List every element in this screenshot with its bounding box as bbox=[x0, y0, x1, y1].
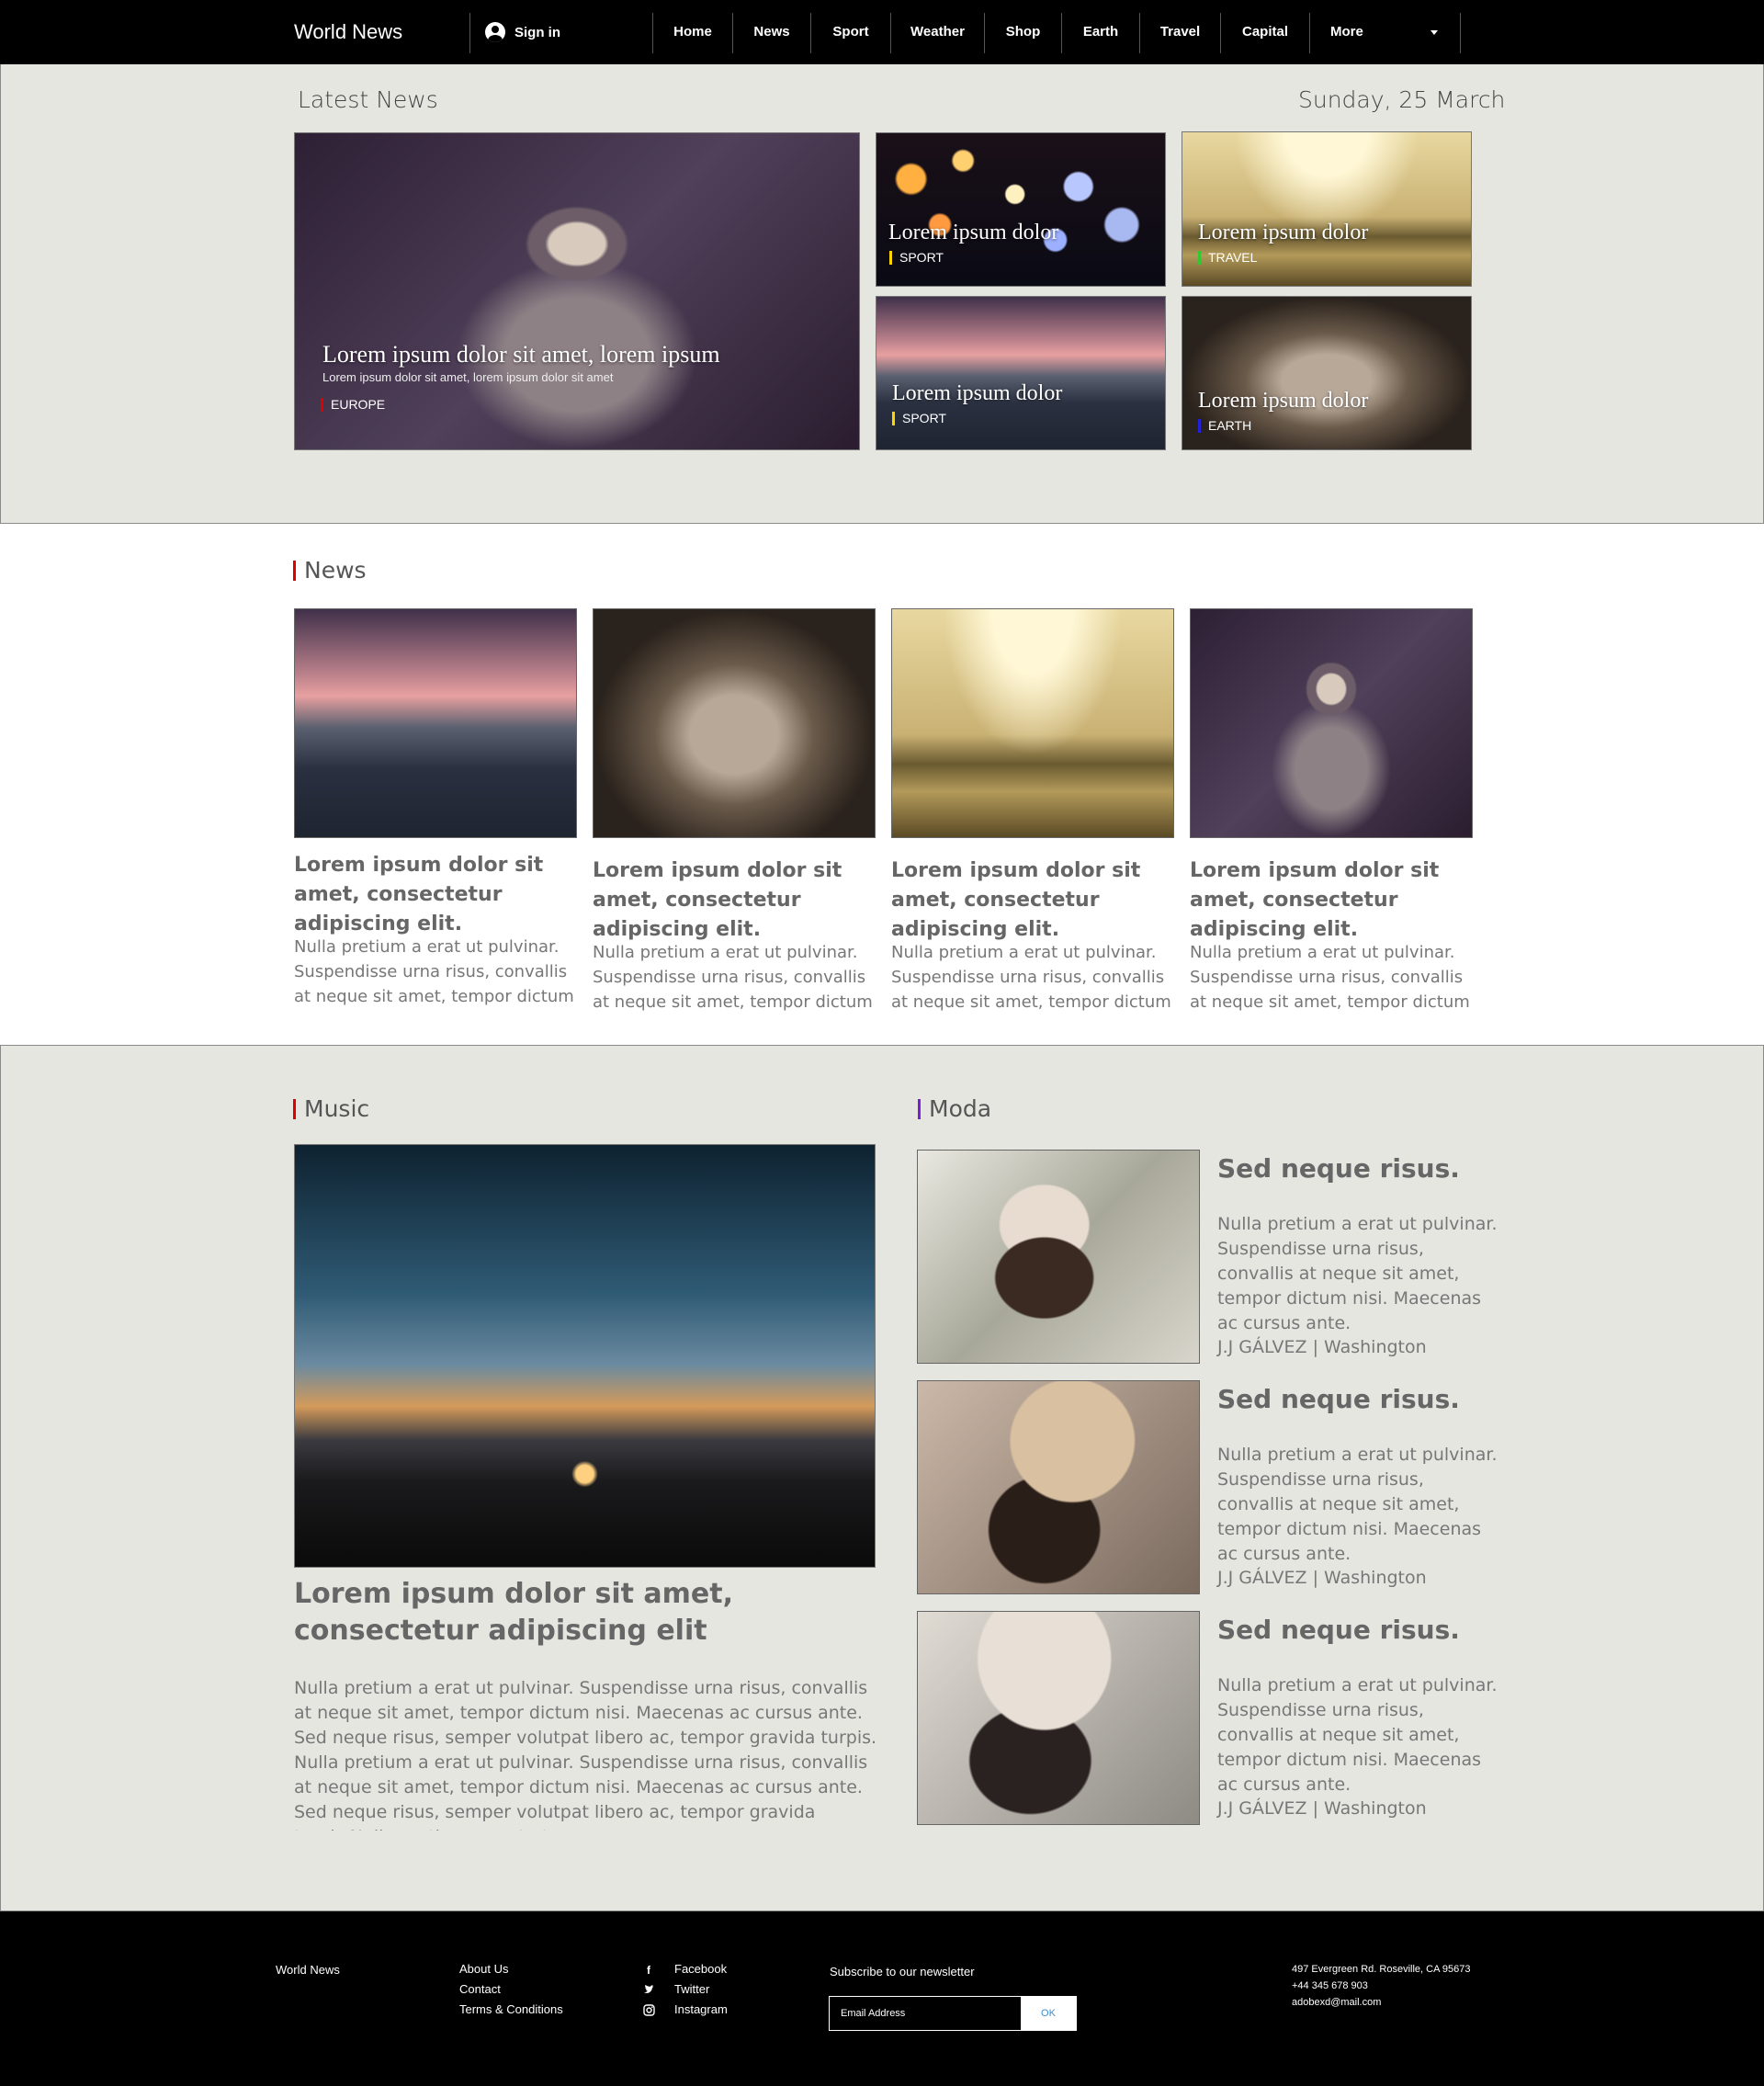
news-card-headline[interactable]: Lorem ipsum dolor sit amet, consectetur … bbox=[593, 856, 887, 945]
twitter-icon[interactable] bbox=[642, 1984, 655, 1997]
tile-tag: SPORT bbox=[889, 251, 944, 265]
footer-email[interactable]: adobexd@mail.com bbox=[1292, 1997, 1381, 2008]
moda-body: Nulla pretium a erat ut pulvinar. Suspen… bbox=[1217, 1214, 1498, 1333]
nav-weather[interactable]: Weather bbox=[891, 0, 984, 64]
tile-headline: Lorem ipsum dolor bbox=[888, 221, 1059, 244]
moda-image[interactable] bbox=[917, 1611, 1200, 1825]
nav-sport[interactable]: Sport bbox=[811, 0, 890, 64]
tile-tag: TRAVEL bbox=[1198, 251, 1257, 265]
nav-travel[interactable]: Travel bbox=[1140, 0, 1220, 64]
newsletter-title: Subscribe to our newsletter bbox=[830, 1965, 975, 1978]
latest-tile[interactable]: Lorem ipsum dolor SPORT bbox=[876, 296, 1166, 450]
latest-tile[interactable]: Lorem ipsum dolor TRAVEL bbox=[1182, 131, 1472, 287]
feature-headline: Lorem ipsum dolor sit amet, lorem ipsum bbox=[322, 341, 720, 368]
latest-news-title: Latest News bbox=[298, 86, 438, 113]
moda-section-title: Moda bbox=[918, 1097, 991, 1121]
user-icon bbox=[485, 22, 505, 42]
news-card-image[interactable] bbox=[1190, 608, 1473, 838]
nav-earth[interactable]: Earth bbox=[1062, 0, 1139, 64]
moda-headline[interactable]: Sed neque risus. bbox=[1217, 1153, 1460, 1184]
news-card-headline[interactable]: Lorem ipsum dolor sit amet, consectetur … bbox=[1190, 856, 1484, 945]
feature-subline: Lorem ipsum dolor sit amet, lorem ipsum … bbox=[322, 370, 614, 384]
footer-link-terms[interactable]: Terms & Conditions bbox=[459, 2002, 563, 2016]
tile-headline: Lorem ipsum dolor bbox=[1198, 389, 1369, 413]
feature-tag: EUROPE bbox=[321, 398, 385, 412]
chevron-down-icon[interactable] bbox=[1430, 30, 1438, 35]
nav-divider bbox=[1460, 13, 1461, 53]
nav-capital[interactable]: Capital bbox=[1221, 0, 1309, 64]
moda-headline[interactable]: Sed neque risus. bbox=[1217, 1384, 1460, 1414]
site-logo[interactable]: World News bbox=[294, 0, 402, 64]
news-card-headline[interactable]: Lorem ipsum dolor sit amet, consectetur … bbox=[891, 856, 1185, 945]
music-feature-image[interactable] bbox=[294, 1144, 876, 1568]
footer-link-contact[interactable]: Contact bbox=[459, 1982, 501, 1996]
footer-social-facebook[interactable]: Facebook bbox=[674, 1962, 727, 1976]
instagram-icon[interactable] bbox=[642, 2004, 655, 2017]
footer-phone: +44 345 678 903 bbox=[1292, 1980, 1368, 1991]
news-card-body: Nulla pretium a erat ut pulvinar. Suspen… bbox=[891, 943, 1171, 1012]
footer-link-about[interactable]: About Us bbox=[459, 1962, 508, 1976]
tile-headline: Lorem ipsum dolor bbox=[1198, 221, 1369, 244]
moda-byline: J.J GÁLVEZ | Washington bbox=[1217, 1798, 1427, 1819]
tile-tag: SPORT bbox=[892, 412, 946, 425]
top-navigation: World News Sign in Home News Sport Weath… bbox=[0, 0, 1764, 64]
news-card-image[interactable] bbox=[891, 608, 1174, 838]
news-card-image[interactable] bbox=[593, 608, 876, 838]
nav-shop[interactable]: Shop bbox=[985, 0, 1061, 64]
tile-tag: EARTH bbox=[1198, 419, 1251, 433]
facebook-icon[interactable]: f bbox=[642, 1964, 655, 1977]
news-card-body: Nulla pretium a erat ut pulvinar. Suspen… bbox=[294, 937, 574, 1006]
tile-headline: Lorem ipsum dolor bbox=[892, 381, 1063, 405]
nav-more[interactable]: More bbox=[1310, 0, 1384, 64]
current-date: Sunday, 25 March bbox=[1298, 86, 1506, 113]
email-field[interactable] bbox=[841, 1997, 1015, 2030]
latest-tile[interactable]: Lorem ipsum dolor SPORT bbox=[876, 132, 1166, 287]
newsletter-form: OK bbox=[829, 1996, 1077, 2031]
sign-in-label: Sign in bbox=[514, 24, 560, 40]
moda-byline: J.J GÁLVEZ | Washington bbox=[1217, 1337, 1427, 1357]
news-card-headline[interactable]: Lorem ipsum dolor sit amet, consectetur … bbox=[294, 851, 588, 939]
music-section-title: Music bbox=[293, 1097, 369, 1121]
subscribe-ok-button[interactable]: OK bbox=[1021, 1997, 1076, 2030]
news-card-body: Nulla pretium a erat ut pulvinar. Suspen… bbox=[1190, 943, 1470, 1012]
news-card-image[interactable] bbox=[294, 608, 577, 838]
music-body: Nulla pretium a erat ut pulvinar. Suspen… bbox=[294, 1678, 877, 1831]
footer-address: 497 Evergreen Rd. Roseville, CA 95673 bbox=[1292, 1964, 1471, 1975]
nav-divider bbox=[469, 13, 470, 53]
feature-story[interactable]: Lorem ipsum dolor sit amet, lorem ipsum … bbox=[294, 132, 860, 450]
music-headline[interactable]: Lorem ipsum dolor sit amet, consectetur … bbox=[294, 1576, 882, 1650]
footer-social-twitter[interactable]: Twitter bbox=[674, 1982, 709, 1996]
moda-image[interactable] bbox=[917, 1150, 1200, 1364]
moda-byline: J.J GÁLVEZ | Washington bbox=[1217, 1568, 1427, 1588]
moda-image[interactable] bbox=[917, 1380, 1200, 1594]
latest-tile[interactable]: Lorem ipsum dolor EARTH bbox=[1182, 296, 1472, 450]
footer-social-instagram[interactable]: Instagram bbox=[674, 2002, 728, 2016]
nav-news[interactable]: News bbox=[733, 0, 810, 64]
news-card-body: Nulla pretium a erat ut pulvinar. Suspen… bbox=[593, 943, 873, 1012]
nav-home[interactable]: Home bbox=[653, 0, 732, 64]
footer-brand[interactable]: World News bbox=[276, 1963, 340, 1977]
moda-body: Nulla pretium a erat ut pulvinar. Suspen… bbox=[1217, 1675, 1498, 1795]
news-section-title: News bbox=[293, 559, 367, 583]
sign-in-button[interactable]: Sign in bbox=[485, 0, 560, 64]
moda-body: Nulla pretium a erat ut pulvinar. Suspen… bbox=[1217, 1445, 1498, 1564]
moda-headline[interactable]: Sed neque risus. bbox=[1217, 1615, 1460, 1645]
